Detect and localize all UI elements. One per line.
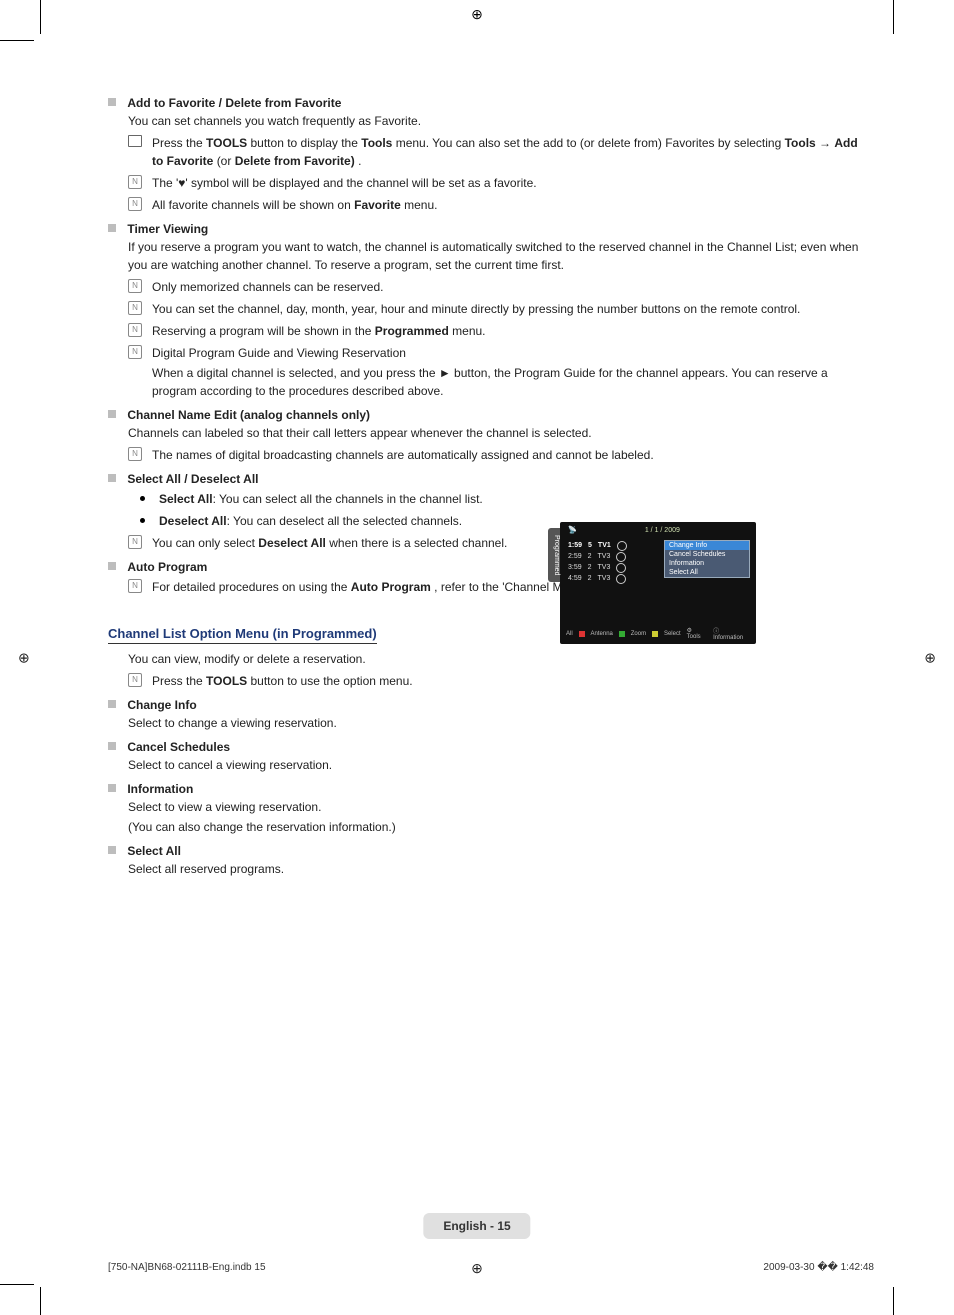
crop-mark bbox=[40, 0, 41, 34]
tv-context-menu: Change Info Cancel Schedules Information… bbox=[664, 540, 750, 578]
section-desc: Select to cancel a viewing reservation. bbox=[128, 756, 868, 774]
section-title: Channel Name Edit (analog channels only) bbox=[127, 408, 370, 422]
section-title: Timer Viewing bbox=[127, 222, 208, 236]
tv-menu-item: Change Info bbox=[665, 541, 749, 550]
bullet-icon bbox=[140, 496, 145, 501]
crop-mark bbox=[40, 1287, 41, 1315]
note-icon: N bbox=[128, 301, 142, 315]
tv-tab-label: Programmed bbox=[548, 528, 560, 582]
section-title: Cancel Schedules bbox=[127, 740, 230, 754]
section-desc: If you reserve a program you want to wat… bbox=[128, 238, 868, 274]
tv-antenna-icon: 📡 bbox=[568, 526, 577, 534]
section-bullet-icon bbox=[108, 742, 116, 750]
note-text: Digital Program Guide and Viewing Reserv… bbox=[152, 344, 406, 362]
note-icon: N bbox=[128, 279, 142, 293]
remote-icon bbox=[128, 135, 142, 147]
note-icon: N bbox=[128, 197, 142, 211]
note-text: Press the TOOLS button to display the To… bbox=[152, 134, 868, 170]
section-title: Select All / Deselect All bbox=[127, 472, 258, 486]
section-title: Add to Favorite / Delete from Favorite bbox=[127, 96, 341, 110]
page-footer-label: English - 15 bbox=[423, 1213, 530, 1239]
tv-date: 1 / 1 / 2009 bbox=[645, 527, 680, 534]
note-text: All favorite channels will be shown on F… bbox=[152, 196, 438, 214]
bullet-icon bbox=[140, 518, 145, 523]
tv-menu-item: Select All bbox=[665, 568, 749, 577]
section-title: Auto Program bbox=[127, 560, 207, 574]
note-icon: N bbox=[128, 323, 142, 337]
section-bullet-icon bbox=[108, 846, 116, 854]
section-bullet-icon bbox=[108, 784, 116, 792]
section-bullet-icon bbox=[108, 98, 116, 106]
note-text: Reserving a program will be shown in the… bbox=[152, 322, 486, 340]
section-bullet-icon bbox=[108, 474, 116, 482]
crop-mark bbox=[893, 0, 894, 34]
clock-icon bbox=[616, 563, 626, 573]
bullet-text: Select All: You can select all the chann… bbox=[159, 490, 483, 508]
tv-menu-item: Information bbox=[665, 559, 749, 568]
crop-mark bbox=[0, 1284, 34, 1285]
section-bullet-icon bbox=[108, 562, 116, 570]
subsection-heading: Channel List Option Menu (in Programmed) bbox=[108, 626, 377, 644]
note-icon: N bbox=[128, 579, 142, 593]
bullet-text: Deselect All: You can deselect all the s… bbox=[159, 512, 462, 530]
note-text: Only memorized channels can be reserved. bbox=[152, 278, 383, 296]
clock-icon bbox=[617, 541, 627, 551]
note-icon: N bbox=[128, 345, 142, 359]
note-icon: N bbox=[128, 673, 142, 687]
section-title: Select All bbox=[127, 844, 181, 858]
clock-icon bbox=[616, 552, 626, 562]
registration-mark-icon: ⊕ bbox=[471, 6, 483, 23]
note-subtext: When a digital channel is selected, and … bbox=[152, 364, 868, 400]
registration-mark-icon: ⊕ bbox=[18, 649, 30, 666]
note-text: The names of digital broadcasting channe… bbox=[152, 446, 654, 464]
doc-timestamp: 2009-03-30 �� 1:42:48 bbox=[763, 1262, 874, 1273]
section-desc: Select all reserved programs. bbox=[128, 860, 868, 878]
clock-icon bbox=[616, 574, 626, 584]
note-text: Press the TOOLS button to use the option… bbox=[152, 672, 413, 690]
section-bullet-icon bbox=[108, 410, 116, 418]
note-text: You can set the channel, day, month, yea… bbox=[152, 300, 800, 318]
note-icon: N bbox=[128, 535, 142, 549]
section-desc: Channels can labeled so that their call … bbox=[128, 424, 868, 442]
doc-filename: [750-NA]BN68-02111B-Eng.indb 15 bbox=[108, 1262, 266, 1273]
tv-menu-illustration: Programmed 📡 1 / 1 / 2009 1:595TV1 2:592… bbox=[560, 522, 756, 644]
crop-mark bbox=[893, 1287, 894, 1315]
registration-mark-icon: ⊕ bbox=[471, 1260, 483, 1277]
tv-footer: All Antenna Zoom Select ⚙ Tools ⓘ Inform… bbox=[566, 626, 750, 641]
tv-menu-item: Cancel Schedules bbox=[665, 550, 749, 559]
section-desc: You can view, modify or delete a reserva… bbox=[128, 650, 868, 668]
section-bullet-icon bbox=[108, 224, 116, 232]
section-title: Change Info bbox=[127, 698, 196, 712]
section-bullet-icon bbox=[108, 700, 116, 708]
section-title: Information bbox=[127, 782, 193, 796]
section-desc: You can set channels you watch frequentl… bbox=[128, 112, 868, 130]
note-text: The '♥' symbol will be displayed and the… bbox=[152, 174, 537, 192]
crop-mark bbox=[0, 40, 34, 41]
registration-mark-icon: ⊕ bbox=[924, 649, 936, 666]
section-desc: Select to view a viewing reservation. bbox=[128, 798, 868, 816]
note-text: You can only select Deselect All when th… bbox=[152, 534, 507, 552]
section-desc: Select to change a viewing reservation. bbox=[128, 714, 868, 732]
note-icon: N bbox=[128, 175, 142, 189]
section-desc: (You can also change the reservation inf… bbox=[128, 818, 868, 836]
note-icon: N bbox=[128, 447, 142, 461]
